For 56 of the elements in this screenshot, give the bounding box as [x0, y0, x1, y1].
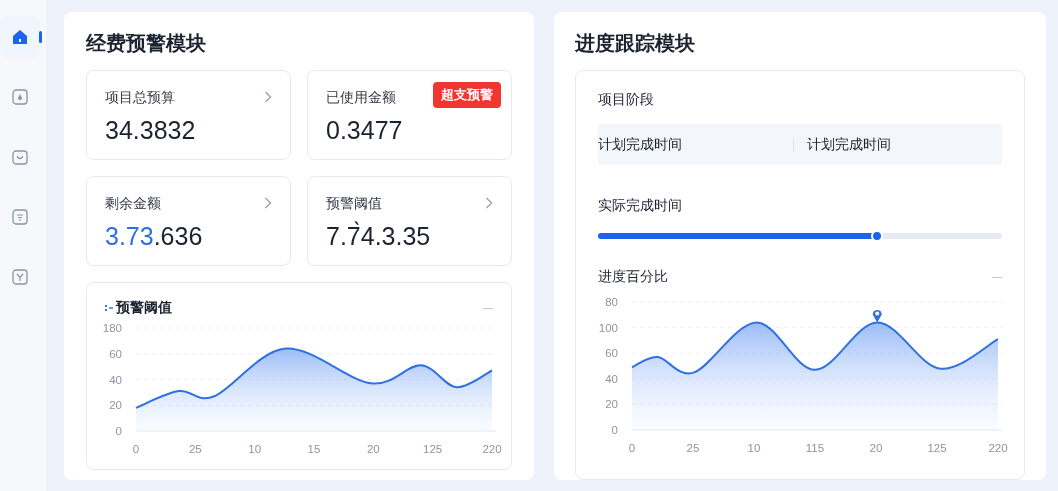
x-axis-label: 20 [366, 443, 380, 455]
active-indicator [39, 31, 42, 43]
stat-value: 3.73.636 [105, 221, 204, 251]
x-axis-label: 125 [423, 443, 443, 455]
stat-value: 0.3477 [326, 115, 404, 145]
fork-icon [12, 269, 28, 285]
stat-label: 已使用金额 [326, 87, 396, 107]
sidebar-item[interactable] [0, 16, 40, 58]
overrun-badge: 超支预警 [433, 82, 501, 108]
x-axis-label: 220 [988, 442, 1008, 454]
panel-title: 进度跟踪模块 [575, 31, 696, 56]
stat-label: 预警阈值 [326, 193, 382, 213]
x-axis-label: 25 [686, 442, 700, 454]
chevron-right-icon [264, 197, 272, 209]
chart-legend-icon [105, 303, 113, 312]
y-axis-label: 80 [605, 296, 618, 308]
x-axis-label: 115 [805, 442, 825, 454]
progress-slider[interactable] [598, 230, 1002, 242]
chevron-right-icon [485, 197, 493, 209]
x-axis-label: 10 [248, 443, 262, 455]
panel-title: 经费预警模块 [86, 31, 207, 56]
y-axis-label: 40 [109, 373, 122, 386]
x-axis-label: 0 [628, 442, 636, 454]
y-axis-label: 20 [605, 398, 618, 411]
chart-title: 进度百分比 [598, 267, 668, 286]
planned-time-label: 计划完成时间 [598, 135, 683, 154]
slider-thumb[interactable] [870, 230, 883, 242]
x-axis-label: 25 [188, 443, 202, 455]
y-axis-label: 60 [605, 347, 618, 360]
y-axis-label: 0 [611, 424, 618, 436]
planned-time-label: 计划完成时间 [806, 135, 892, 154]
x-axis-label: 0 [132, 443, 140, 455]
chart-menu[interactable]: — [992, 269, 1002, 284]
stat-value: 34.3832 [105, 115, 197, 145]
x-axis-label: 20 [869, 442, 883, 454]
y-axis-label: 100 [598, 321, 618, 334]
stat-label: 剩余金额 [105, 193, 161, 213]
x-axis-label: 15 [307, 443, 321, 455]
droplet-icon [12, 89, 28, 105]
home-icon [11, 28, 29, 46]
y-axis-label: 20 [109, 399, 122, 412]
chevron-right-icon [264, 91, 272, 103]
list-icon [12, 209, 28, 225]
stage-label: 项目阶段 [597, 90, 655, 109]
y-axis-label: 180 [102, 322, 122, 334]
y-axis-label: 60 [109, 347, 122, 360]
x-axis-label: 125 [927, 442, 947, 454]
chart-menu[interactable]: — [483, 300, 493, 315]
y-axis-label: 0 [115, 425, 122, 437]
stat-value: 7.7̀4.3.35 [326, 221, 432, 251]
stat-label: 项目总预算 [105, 87, 175, 107]
x-axis-label: 10 [747, 442, 761, 454]
x-axis-label: 220 [482, 443, 502, 455]
actual-time-label: 实际完成时间 [597, 196, 683, 215]
chart-title: 预警阈值 [116, 298, 172, 317]
y-axis-label: 40 [605, 372, 618, 385]
